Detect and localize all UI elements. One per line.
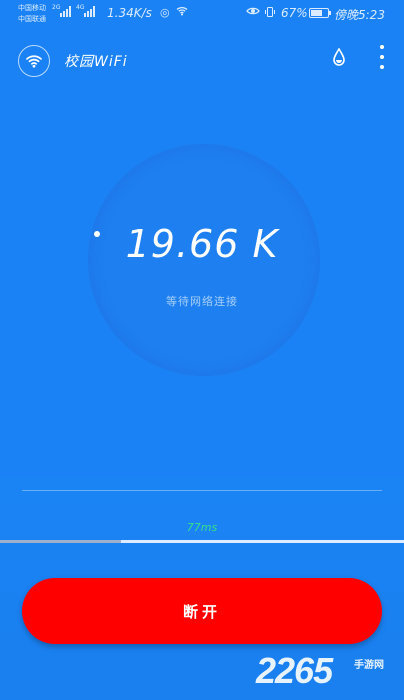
wifi-icon[interactable] [18,45,50,77]
eye-icon [246,6,260,19]
status-bar: 中国移动 中国联通 2G 4G 1.34K/s ◎ 67% 傍晚5:23 [0,0,404,26]
latency-value: 77ms [186,521,218,534]
more-vertical-icon[interactable] [376,45,388,69]
disconnect-button[interactable]: 断开 [22,578,382,644]
watermark-site: 手游网 [354,660,384,671]
transfer-rate: 19.66 K [125,222,279,266]
droplet-icon[interactable] [332,47,346,70]
connection-status-text: 等待网络连接 [166,295,238,308]
target-icon: ◎ [160,6,170,19]
carrier-2: 中国联通 [18,15,46,23]
battery-percent: 67% [281,6,308,20]
progress-fill [0,540,122,543]
battery-fill [311,10,322,16]
app-title: 校园WiFi [64,54,128,70]
progress-track [0,540,404,543]
wifi-status-icon [176,6,188,19]
signal-icon-2 [84,6,96,18]
network-speed: 1.34K/s [107,6,152,20]
clock: 傍晚5:23 [334,8,385,22]
carrier-names: 中国移动 中国联通 [18,3,46,25]
divider [22,490,382,491]
carrier-1: 中国移动 [18,4,46,12]
watermark-brand: 2265 [256,650,333,691]
vibrate-icon [264,6,276,21]
signal-icon [60,6,72,18]
battery-icon [309,8,331,18]
